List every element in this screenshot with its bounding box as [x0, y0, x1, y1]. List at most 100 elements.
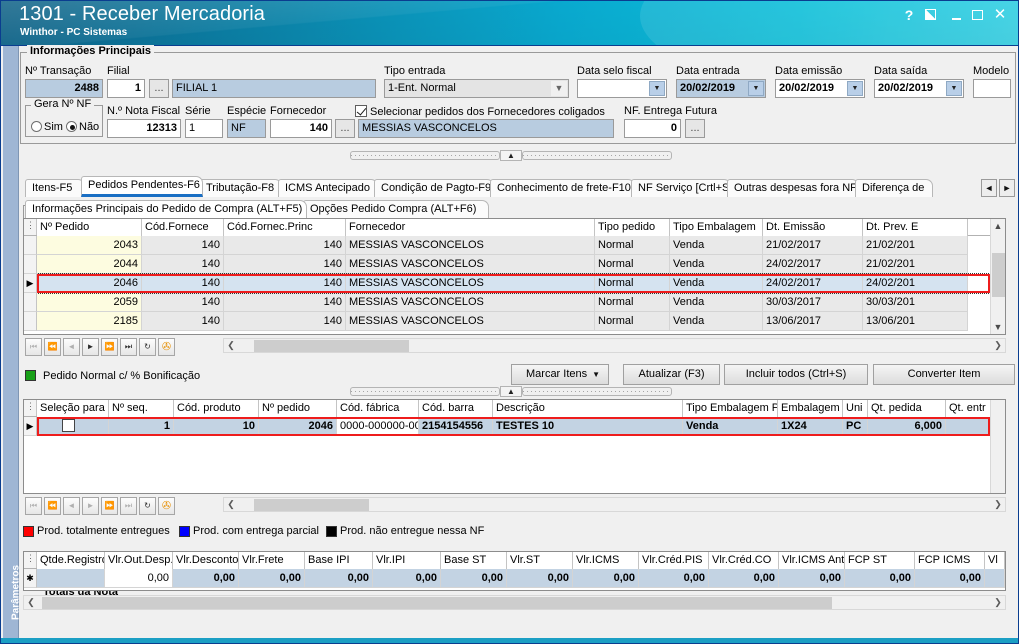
scroll-right-icon[interactable]: ❯ — [991, 339, 1005, 352]
table-cell[interactable]: 0,00 — [105, 569, 173, 588]
chevron-down-icon[interactable]: ▼ — [551, 81, 567, 96]
table-row[interactable]: 2059 140 140 MESSIAS VASCONCELOS Normal Venda… — [24, 293, 990, 312]
row-select-cell[interactable] — [37, 417, 109, 436]
table-cell[interactable]: 2043 — [37, 236, 142, 255]
tab-icms-antecipado[interactable]: ICMS Antecipado — [278, 179, 378, 197]
marcar-itens-button[interactable]: Marcar Itens ▼ — [511, 364, 609, 385]
column-header[interactable]: Vlr.ICMS — [573, 552, 639, 569]
fornecedor-code-input[interactable]: 140 — [270, 119, 332, 138]
table-cell[interactable]: Normal — [595, 312, 670, 331]
table-cell[interactable]: 0,00 — [639, 569, 709, 588]
modelo-input[interactable] — [973, 79, 1011, 98]
table-cell[interactable]: Venda — [670, 274, 763, 293]
table-cell[interactable]: 0,00 — [507, 569, 573, 588]
column-header[interactable]: Fornecedor — [346, 219, 595, 236]
grid-nav-prev-icon[interactable]: ◄ — [63, 338, 80, 356]
table-cell[interactable]: Venda — [670, 255, 763, 274]
table-cell[interactable]: 0,00 — [441, 569, 507, 588]
table-cell[interactable]: 13/06/201 — [863, 312, 968, 331]
table-row[interactable]: ▶ 2046 140 140 MESSIAS VASCONCELOS Normal Vend… — [24, 274, 990, 293]
totais-hscroll-thumb[interactable] — [42, 597, 832, 609]
column-header[interactable]: Descrição — [493, 400, 683, 417]
atualizar-button[interactable]: Atualizar (F3) — [623, 364, 720, 385]
tab-itens-f5[interactable]: Itens-F5 — [25, 179, 85, 197]
table-cell[interactable]: 2185 — [37, 312, 142, 331]
orders-grid-vscroll-thumb[interactable] — [992, 253, 1005, 297]
column-header[interactable]: Cód. fábrica — [337, 400, 419, 417]
tab-pedidos-pendentes-f6[interactable]: Pedidos Pendentes-F6 — [81, 176, 203, 197]
calendar-dropdown-icon[interactable]: ▼ — [847, 81, 863, 96]
items-hscroll-thumb[interactable] — [254, 499, 369, 511]
scroll-up-icon[interactable]: ▲ — [991, 219, 1005, 233]
table-cell[interactable]: 24/02/2017 — [763, 255, 863, 274]
converter-item-button[interactable]: Converter Item — [873, 364, 1015, 385]
scroll-left-icon[interactable]: ❮ — [224, 339, 238, 352]
table-cell[interactable]: Normal — [595, 293, 670, 312]
table-cell[interactable]: 21/02/201 — [863, 236, 968, 255]
table-cell[interactable]: 140 — [142, 255, 224, 274]
table-cell[interactable]: 0,00 — [915, 569, 985, 588]
table-cell[interactable]: 0,00 — [709, 569, 779, 588]
grid-nav-first-icon[interactable]: ⏮ — [25, 338, 42, 356]
table-cell[interactable]: 21/02/2017 — [763, 236, 863, 255]
data-saida-input[interactable]: 20/02/2019 ▼ — [874, 79, 964, 98]
gera-nf-radio-sim[interactable]: Sim — [31, 121, 63, 133]
table-cell[interactable]: 1X24 — [778, 417, 843, 436]
panel-splitter-middle[interactable]: ▲ — [341, 386, 681, 397]
column-header[interactable]: Vlr.Créd.CO — [709, 552, 779, 569]
table-row[interactable]: 2043 140 140 MESSIAS VASCONCELOS Normal Venda… — [24, 236, 990, 255]
serie-input[interactable]: 1 — [185, 119, 223, 138]
column-header[interactable]: Uni — [843, 400, 868, 417]
maximize-icon[interactable] — [969, 7, 985, 23]
column-header[interactable]: Cód.Fornec.Princ — [224, 219, 346, 236]
close-icon[interactable]: ✕ — [991, 7, 1009, 23]
calendar-dropdown-icon[interactable]: ▼ — [946, 81, 962, 96]
help-icon[interactable]: ? — [901, 7, 917, 23]
tab-condi-o-de-pagto-f9[interactable]: Condição de Pagto-F9 — [374, 179, 494, 197]
column-header[interactable]: FCP ICMS — [915, 552, 985, 569]
data-emissao-input[interactable]: 20/02/2019 ▼ — [775, 79, 865, 98]
table-cell[interactable]: 140 — [224, 236, 346, 255]
table-cell[interactable]: Normal — [595, 236, 670, 255]
grid-nav-filter-icon[interactable]: ✇ — [158, 497, 175, 515]
chevron-down-icon[interactable]: ▼ — [592, 365, 600, 384]
column-header[interactable]: Vlr.IPI — [373, 552, 441, 569]
tab-scroll-prev-icon[interactable]: ◄ — [981, 179, 997, 197]
table-cell[interactable]: 24/02/2017 — [763, 274, 863, 293]
column-header[interactable]: Vlr.ICMS Ant — [779, 552, 845, 569]
incluir-todos-button[interactable]: Incluir todos (Ctrl+S) — [724, 364, 868, 385]
grid-nav-refresh-icon[interactable]: ↻ — [139, 497, 156, 515]
tab-scroll-next-icon[interactable]: ► — [999, 179, 1015, 197]
table-cell[interactable]: 2046 — [259, 417, 337, 436]
collapse-chevron-icon[interactable]: ▲ — [500, 386, 522, 397]
entrega-futura-browse-button[interactable]: ... — [685, 119, 705, 138]
table-cell[interactable]: Venda — [670, 312, 763, 331]
table-cell[interactable]: MESSIAS VASCONCELOS — [346, 255, 595, 274]
column-header[interactable]: Qt. pedida — [868, 400, 946, 417]
column-header[interactable]: Nº Pedido — [37, 219, 142, 236]
grid-nav-prev-page-icon[interactable]: ⏪ — [44, 497, 61, 515]
table-cell[interactable]: 21/02/201 — [863, 255, 968, 274]
table-cell[interactable]: MESSIAS VASCONCELOS — [346, 312, 595, 331]
table-cell[interactable]: 140 — [142, 293, 224, 312]
column-header[interactable]: Embalagem ver — [778, 400, 843, 417]
theme-icon[interactable] — [922, 7, 938, 23]
column-header[interactable]: Dt. Prev. E — [863, 219, 968, 236]
grid-nav-prev-icon[interactable]: ◄ — [63, 497, 80, 515]
table-cell[interactable]: Normal — [595, 255, 670, 274]
column-header[interactable]: Cód. produto — [174, 400, 259, 417]
table-cell[interactable]: 1 — [109, 417, 174, 436]
column-header[interactable]: Tipo Embalagem Pe — [683, 400, 778, 417]
column-header[interactable]: Tipo pedido — [595, 219, 670, 236]
grid-nav-filter-icon[interactable]: ✇ — [158, 338, 175, 356]
tab-conhecimento-de-frete-f10[interactable]: Conhecimento de frete-F10 — [490, 179, 635, 197]
grid-nav-next-page-icon[interactable]: ⏩ — [101, 338, 118, 356]
table-cell[interactable]: MESSIAS VASCONCELOS — [346, 274, 595, 293]
collapse-chevron-icon[interactable]: ▲ — [500, 150, 522, 161]
grid-nav-next-icon[interactable]: ► — [82, 338, 99, 356]
table-cell[interactable]: 2059 — [37, 293, 142, 312]
filial-browse-button[interactable]: ... — [149, 79, 169, 98]
gera-nf-radio-nao[interactable]: Não — [66, 121, 99, 133]
table-cell[interactable]: 140 — [224, 312, 346, 331]
table-cell[interactable]: 140 — [142, 236, 224, 255]
